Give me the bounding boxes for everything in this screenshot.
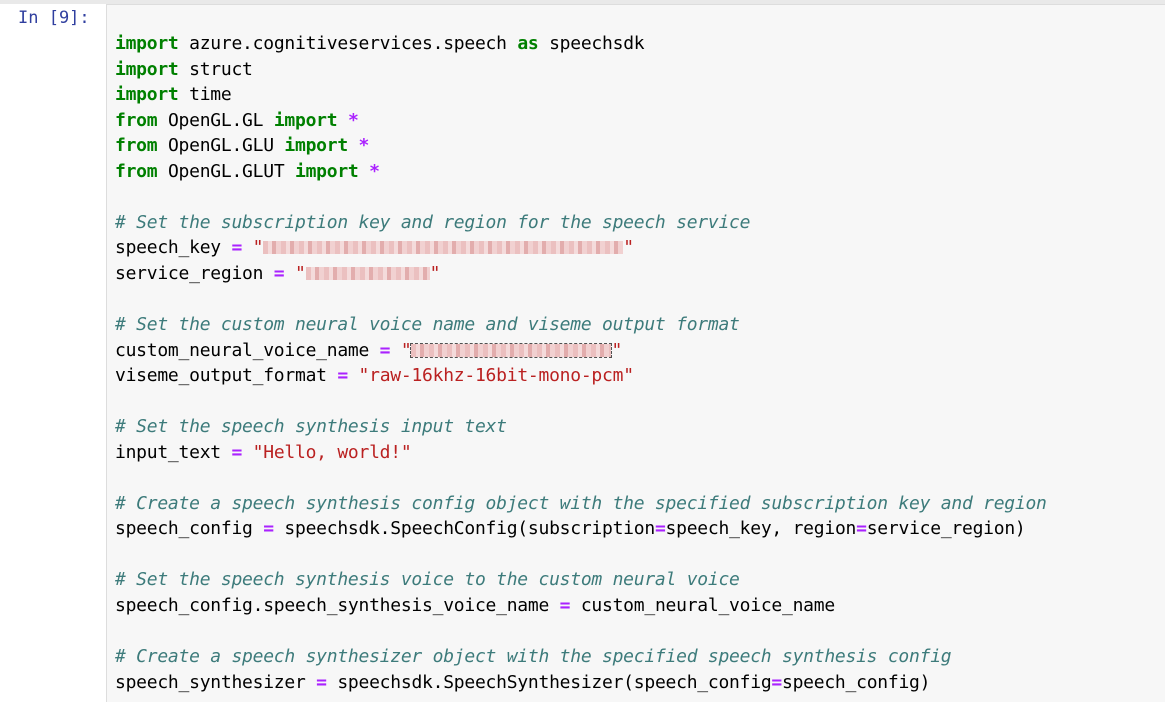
variable-name: viseme_output_format <box>115 365 327 387</box>
keyword: import <box>115 58 179 80</box>
code-text: azure.cognitiveservices.speech <box>178 33 518 54</box>
operator: = <box>771 671 782 693</box>
code-line: # Set the speech synthesis voice to the … <box>115 567 1047 593</box>
code-line: service_region = " " <box>115 261 1047 287</box>
redacted-voice-name <box>410 342 613 358</box>
keyword: import <box>115 84 179 106</box>
code-text: struct <box>178 58 253 80</box>
operator: = <box>220 237 253 259</box>
comment: # Create a speech synthesizer object wit… <box>115 646 952 668</box>
variable-name: custom_neural_voice_name <box>115 339 370 361</box>
operator: = <box>220 441 253 463</box>
operator: * <box>337 109 359 131</box>
code-line: from OpenGL.GL import * <box>115 108 1047 134</box>
code-text: speech_key, region <box>665 518 857 540</box>
code-line: viseme_output_format = "raw-16khz-16bit-… <box>115 363 1047 389</box>
keyword: from <box>115 109 158 131</box>
string-quote: " <box>294 262 306 284</box>
code-text: OpenGL.GLUT <box>157 160 295 182</box>
string-quote: " <box>400 339 412 361</box>
code-text: speech_config <box>115 518 264 540</box>
comment: # Set the custom neural voice name and v… <box>115 314 740 336</box>
code-text: OpenGL.GLU <box>157 135 285 157</box>
code-editor[interactable]: import azure.cognitiveservices.speech as… <box>106 4 1165 702</box>
code-text: service_region) <box>866 518 1026 540</box>
comment: # Set the subscription key and region fo… <box>115 211 751 233</box>
code-line: import time <box>115 82 1047 108</box>
code-line: # Set the subscription key and region fo… <box>115 210 1047 236</box>
keyword: import <box>115 33 179 54</box>
redacted-key <box>263 241 624 255</box>
code-text: speech_config.speech_synthesis_voice_nam… <box>115 595 560 617</box>
code-text: speechsdk <box>538 33 645 54</box>
code-block: import azure.cognitiveservices.speech as… <box>115 31 1047 695</box>
comment: # Create a speech synthesis config objec… <box>115 492 1047 514</box>
keyword: import <box>273 109 338 131</box>
code-line: speech_config.speech_synthesis_voice_nam… <box>115 593 1047 619</box>
variable-name: service_region <box>115 262 264 284</box>
code-text: speechsdk.SpeechSynthesizer(speech_confi… <box>326 671 772 693</box>
input-prompt: In [9]: <box>18 8 90 28</box>
comment: # Set the speech synthesis input text <box>115 416 507 438</box>
code-line: # Create a speech synthesizer object wit… <box>115 644 1047 670</box>
operator: = <box>263 262 295 284</box>
variable-name: input_text <box>115 441 221 463</box>
operator: = <box>654 518 666 540</box>
string-quote: " <box>611 339 623 361</box>
code-text: speech_synthesizer <box>115 671 317 693</box>
notebook-code-cell[interactable]: In [9]: import azure.cognitiveservices.s… <box>0 0 1165 702</box>
operator: = <box>559 595 571 617</box>
operator: = <box>316 671 327 693</box>
operator: * <box>358 160 380 182</box>
keyword: as <box>517 33 539 54</box>
operator: = <box>856 518 867 540</box>
code-text: time <box>178 84 232 106</box>
code-text: OpenGL.GL <box>157 109 274 131</box>
code-line: import struct <box>115 57 1047 83</box>
keyword: import <box>284 135 348 157</box>
code-line: speech_config = speechsdk.SpeechConfig(s… <box>115 516 1047 542</box>
operator: = <box>326 365 359 387</box>
redacted-region <box>305 266 430 280</box>
code-text: custom_neural_voice_name <box>570 595 835 617</box>
keyword: from <box>115 160 158 182</box>
operator: = <box>263 518 274 540</box>
string-quote: " <box>429 262 441 284</box>
string-literal: "raw-16khz-16bit-mono-pcm" <box>358 365 635 387</box>
code-line: speech_synthesizer = speechsdk.SpeechSyn… <box>115 670 1047 696</box>
code-line: input_text = "Hello, world!" <box>115 440 1047 466</box>
code-text: speechsdk.SpeechConfig(subscription <box>273 518 655 540</box>
code-text: speech_config) <box>782 671 931 693</box>
operator: * <box>347 135 370 157</box>
operator: = <box>369 339 401 361</box>
string-quote: " <box>623 237 634 259</box>
code-line: custom_neural_voice_name = " " <box>115 338 1047 364</box>
comment: # Set the speech synthesis voice to the … <box>115 569 740 591</box>
code-line: from OpenGL.GLU import * <box>115 133 1047 159</box>
code-line: # Create a speech synthesis config objec… <box>115 491 1047 517</box>
string-quote: " <box>252 237 264 259</box>
code-line: import azure.cognitiveservices.speech as… <box>115 31 1047 57</box>
variable-name: speech_key <box>115 237 221 259</box>
code-line: from OpenGL.GLUT import * <box>115 159 1047 185</box>
keyword: from <box>115 135 158 157</box>
code-line: # Set the speech synthesis input text <box>115 414 1047 440</box>
string-literal: "Hello, world!" <box>252 441 412 463</box>
code-line: # Set the custom neural voice name and v… <box>115 312 1047 338</box>
keyword: import <box>295 160 359 182</box>
code-line: speech_key = " " <box>115 235 1047 261</box>
